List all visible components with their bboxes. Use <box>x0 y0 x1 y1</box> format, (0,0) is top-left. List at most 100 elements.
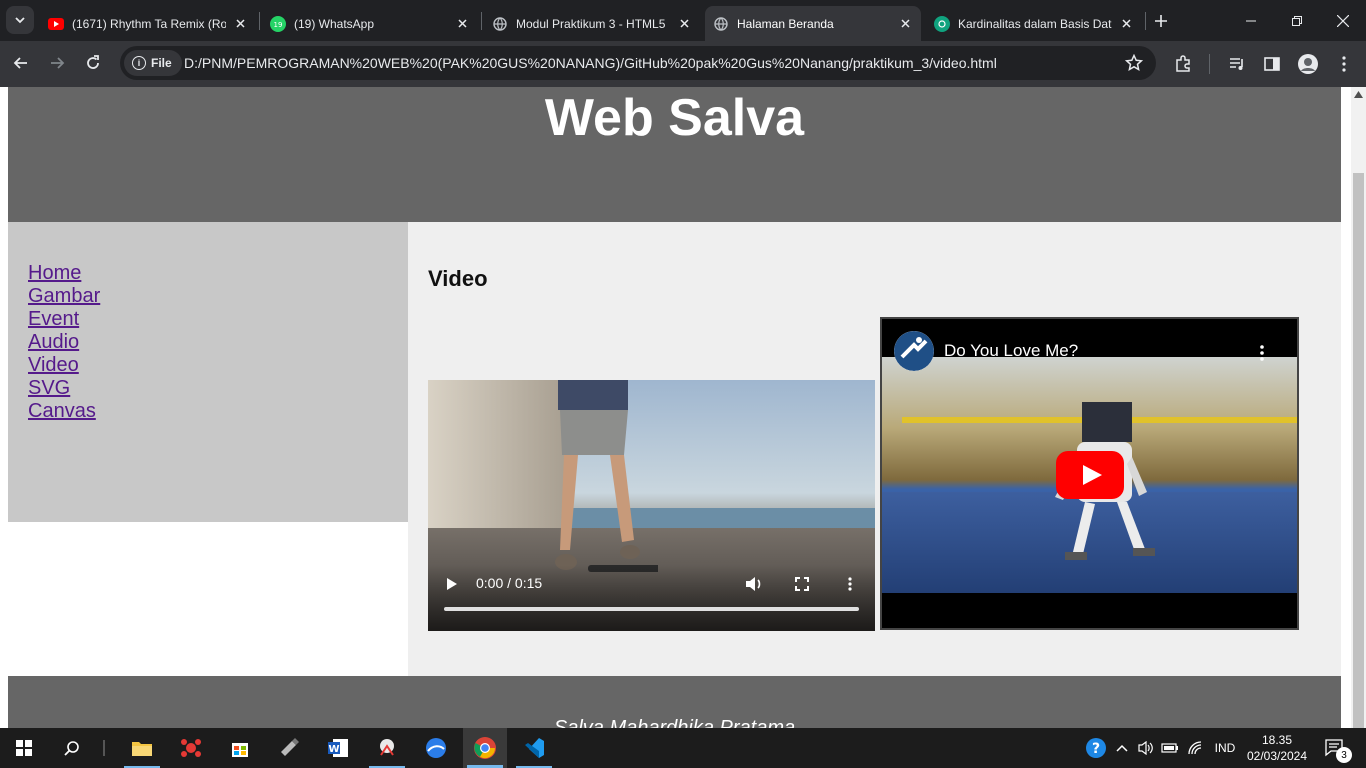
help-tray-icon[interactable]: ? <box>1084 728 1108 768</box>
volume-tray-button[interactable] <box>1136 728 1156 768</box>
nav-link-event[interactable]: Event <box>28 308 79 330</box>
avatar-icon <box>1298 54 1318 74</box>
show-hidden-icons-button[interactable] <box>1112 728 1132 768</box>
back-button[interactable] <box>6 48 36 78</box>
svg-text:W: W <box>328 744 339 755</box>
page-scrollbar[interactable] <box>1351 87 1366 728</box>
youtube-more-button[interactable] <box>1252 343 1272 363</box>
site-header: Web Salva <box>8 87 1341 222</box>
forward-button[interactable] <box>42 48 72 78</box>
nav-link-gambar[interactable]: Gambar <box>28 285 100 307</box>
main-content: Video 0:00 / 0:15 Do You Love Me? <box>408 222 1341 676</box>
skateboarder-figure <box>555 380 658 572</box>
browser-toolbar: i File D:/PNM/PEMROGRAMAN%20WEB%20(PAK%2… <box>0 41 1366 87</box>
app-tools-icon[interactable] <box>365 728 409 768</box>
profile-avatar[interactable] <box>1297 53 1319 75</box>
star-icon <box>1125 54 1143 72</box>
nav-link-home[interactable]: Home <box>28 262 81 284</box>
wifi-tray-button[interactable] <box>1185 728 1207 768</box>
close-icon[interactable] <box>1118 16 1134 32</box>
tab-modul-praktikum[interactable]: Modul Praktikum 3 - HTML5 <box>484 6 700 41</box>
edge-like-app[interactable] <box>414 728 458 768</box>
close-icon[interactable] <box>454 16 470 32</box>
battery-tray-button[interactable] <box>1160 728 1180 768</box>
app-red-icon[interactable] <box>169 728 213 768</box>
youtube-play-icon <box>1056 451 1124 499</box>
reload-icon <box>87 55 99 69</box>
taskbar-search-button[interactable] <box>50 728 94 768</box>
nav-link-svg[interactable]: SVG <box>28 377 70 399</box>
close-window-button[interactable] <box>1320 0 1366 41</box>
tab-youtube[interactable]: (1671) Rhythm Ta Remix (Roc <box>40 6 256 41</box>
battery-icon <box>1161 743 1178 753</box>
media-control-button[interactable] <box>1226 53 1248 75</box>
video-options-button[interactable] <box>840 574 860 594</box>
usb-tool-app[interactable] <box>267 728 311 768</box>
more-vertical-icon <box>1342 56 1346 72</box>
page-viewport: Web Salva Home Gambar Event Audio Video … <box>0 87 1366 728</box>
video-controls: 0:00 / 0:15 <box>428 570 875 596</box>
extensions-button[interactable] <box>1172 53 1194 75</box>
youtube-play-button[interactable] <box>1056 451 1124 499</box>
restore-icon <box>1292 15 1302 26</box>
tab-whatsapp[interactable]: 19 (19) WhatsApp <box>262 6 478 41</box>
start-button[interactable] <box>2 728 46 768</box>
channel-logo[interactable] <box>894 331 934 371</box>
tab-kardinalitas[interactable]: Kardinalitas dalam Basis Dat <box>926 6 1142 41</box>
notification-count-badge: 3 <box>1336 747 1352 763</box>
close-icon[interactable] <box>676 16 692 32</box>
play-icon <box>447 578 457 590</box>
help-icon: ? <box>1086 738 1106 758</box>
nav-link-audio[interactable]: Audio <box>28 331 79 353</box>
notification-center-button[interactable]: 3 <box>1318 728 1352 768</box>
video-player[interactable]: 0:00 / 0:15 <box>428 380 875 631</box>
tab-separator <box>481 12 482 30</box>
taskbar-clock[interactable]: 18.35 02/03/2024 <box>1244 732 1310 764</box>
nav-link-video[interactable]: Video <box>28 354 79 376</box>
vscode-app[interactable] <box>512 728 556 768</box>
mute-button[interactable] <box>744 574 764 594</box>
microsoft-store-app[interactable] <box>218 728 262 768</box>
clock-date: 02/03/2024 <box>1246 749 1308 763</box>
site-title: Web Salva <box>544 89 805 147</box>
browser-menu-button[interactable] <box>1333 53 1355 75</box>
nav-link-canvas[interactable]: Canvas <box>28 400 96 422</box>
url-text[interactable]: D:/PNM/PEMROGRAMAN%20WEB%20(PAK%20GUS%20… <box>184 55 997 71</box>
folder-icon <box>132 742 152 756</box>
tab-halaman-beranda[interactable]: Halaman Beranda <box>705 6 921 41</box>
youtube-video-title[interactable]: Do You Love Me? <box>944 341 1078 361</box>
close-icon[interactable] <box>232 16 248 32</box>
arrow-left-icon <box>13 57 27 69</box>
bookmark-star-button[interactable] <box>1124 53 1144 73</box>
windows-logo-icon <box>16 740 32 756</box>
minimize-button[interactable] <box>1228 0 1274 41</box>
scroll-up-arrow-icon[interactable] <box>1354 91 1363 98</box>
video-time: 0:00 / 0:15 <box>476 575 543 591</box>
fullscreen-button[interactable] <box>792 574 812 594</box>
store-bag-icon <box>232 743 248 757</box>
volume-icon <box>746 577 761 591</box>
reload-button[interactable] <box>78 48 108 78</box>
tab-title: Kardinalitas dalam Basis Dat <box>958 16 1112 31</box>
video-progress-bar[interactable] <box>444 607 859 611</box>
new-tab-button[interactable] <box>1148 8 1174 34</box>
site-footer: Salva Mahardhika Pratama <box>8 676 1341 728</box>
close-icon[interactable] <box>897 16 913 32</box>
globe-icon <box>713 16 729 32</box>
play-button[interactable] <box>442 574 462 594</box>
site-info-label: File <box>151 56 172 70</box>
tab-search-button[interactable] <box>6 6 34 34</box>
language-indicator[interactable]: IND <box>1210 728 1240 768</box>
word-app[interactable]: W <box>316 728 360 768</box>
file-explorer-app[interactable] <box>120 728 164 768</box>
scrollbar-thumb[interactable] <box>1353 173 1364 728</box>
address-bar[interactable]: i File D:/PNM/PEMROGRAMAN%20WEB%20(PAK%2… <box>120 46 1156 80</box>
restore-button[interactable] <box>1274 0 1320 41</box>
site-info-chip[interactable]: i File <box>124 50 182 76</box>
usb-drive-icon <box>281 738 299 756</box>
youtube-embed[interactable]: Do You Love Me? <box>880 317 1299 630</box>
windows-taskbar: W ? IND 18.35 02/03/2024 3 <box>0 728 1366 768</box>
chrome-app[interactable] <box>463 728 507 768</box>
blue-globe-icon <box>426 738 446 758</box>
side-panel-button[interactable] <box>1261 53 1283 75</box>
